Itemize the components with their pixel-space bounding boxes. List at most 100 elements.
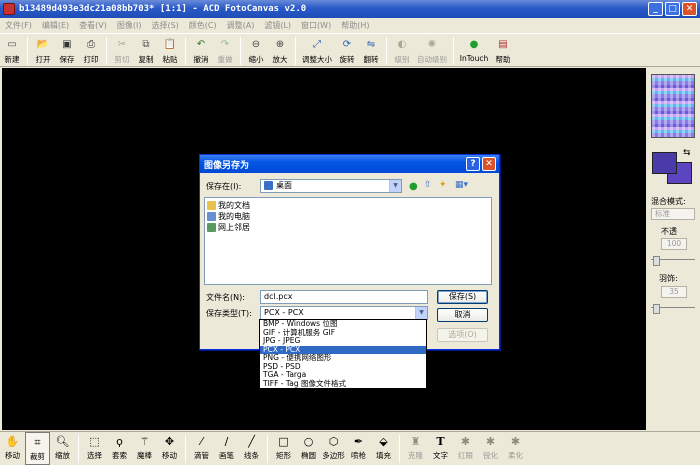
toolbar-separator (78, 435, 79, 463)
toolbar-flip-button[interactable]: ⇋ 翻转 (359, 34, 383, 67)
menu-item[interactable]: 调整(A) (222, 20, 260, 31)
toolbar-print-button[interactable]: ⎙ 打印 (79, 34, 103, 67)
redo-icon: ↷ (220, 39, 230, 50)
feather-slider[interactable] (651, 304, 695, 315)
toolbar-intouch-button[interactable]: ● InTouch (457, 34, 491, 67)
toolbar-zoom-in-button[interactable]: ⊕ 放大 (268, 34, 292, 67)
up-folder-icon[interactable]: ⇧ (424, 180, 432, 190)
file-list[interactable]: 我的文档 我的电脑 网上邻居 (204, 197, 492, 285)
save-in-combo[interactable]: 桌面 ▼ (260, 179, 402, 193)
toolbar-copy-button[interactable]: ⧉ 复制 (134, 34, 158, 67)
blend-mode-label: 混合模式: (651, 197, 686, 206)
cancel-button[interactable]: 取消 (437, 308, 488, 322)
toolbar-undo-button[interactable]: ↶ 撤消 (189, 34, 213, 67)
back-icon[interactable]: ● (409, 181, 418, 192)
tool-brush-button[interactable]: ∕ 画笔 (214, 432, 239, 465)
blend-mode-select[interactable]: 标准 (651, 208, 695, 220)
toolbar-open-button[interactable]: 📂 打开 (31, 34, 55, 67)
toolbar-separator (185, 435, 186, 463)
tool-rect-select-button[interactable]: ⬚ 选择 (82, 432, 107, 465)
toolbar-levels-button[interactable]: ◐ 级别 (390, 34, 414, 67)
opacity-field[interactable]: 100 (661, 238, 687, 250)
toolbar-separator (453, 37, 454, 65)
tool-sharpen-button[interactable]: ✱ 锐化 (478, 432, 503, 465)
tool-text-button[interactable]: T 文字 (428, 432, 453, 465)
toolbar-cut-button[interactable]: ✂ 剪切 (110, 34, 134, 67)
file-name: 我的文档 (218, 201, 250, 210)
toolbar-new-button[interactable]: ▭ 新建 (0, 34, 24, 67)
chevron-down-icon[interactable]: ▼ (389, 180, 401, 192)
menu-item[interactable]: 帮助(H) (336, 20, 374, 31)
tool-magnifier-button[interactable]: 🔍︎ 缩放 (50, 432, 75, 465)
tool-label: 锐化 (483, 451, 498, 460)
toolbar-label: 重做 (217, 55, 233, 64)
tool-hand-button[interactable]: ✋ 移动 (0, 432, 25, 465)
new-icon: ▭ (7, 39, 17, 50)
tool-airbrush-button[interactable]: ✒ 喷枪 (346, 432, 371, 465)
app-icon (3, 3, 15, 15)
line-icon: ╱ (248, 435, 255, 448)
toolbar-rotate-button[interactable]: ⟳ 旋转 (335, 34, 359, 67)
tool-fill-button[interactable]: ⬙ 填充 (371, 432, 396, 465)
menu-item[interactable]: 颜色(C) (184, 20, 222, 31)
filename-input[interactable]: dcl.pcx (260, 290, 428, 304)
toolbar-save-button[interactable]: ▣ 保存 (55, 34, 79, 67)
toolbar-zoom-out-button[interactable]: ⊖ 缩小 (244, 34, 268, 67)
menu-item[interactable]: 编辑(E) (37, 20, 74, 31)
save-button[interactable]: 保存(S) (437, 290, 488, 304)
view-menu-icon[interactable]: ▦▾ (455, 180, 468, 190)
swap-colors-icon[interactable]: ⇆ (683, 148, 691, 158)
file-list-item[interactable]: 网上邻居 (205, 222, 491, 233)
opacity-slider[interactable] (651, 256, 695, 267)
zoom-out-icon: ⊖ (251, 39, 261, 50)
close-button[interactable]: ✕ (682, 2, 697, 16)
toolbar-resize-button[interactable]: ⤢ 调整大小 (299, 34, 335, 67)
tool-label: 缩放 (55, 451, 70, 460)
new-folder-icon[interactable]: ✦ (439, 180, 447, 190)
filetype-select[interactable]: PCX - PCX ▼ (260, 306, 428, 320)
dialog-title: 图像另存为 (204, 160, 250, 171)
tool-lasso-button[interactable]: ϙ 套索 (107, 432, 132, 465)
image-thumbnail[interactable] (651, 74, 695, 138)
toolbar-paste-button[interactable]: 📋 粘贴 (158, 34, 182, 67)
menu-item[interactable]: 图像(I) (112, 20, 147, 31)
intouch-icon: ● (469, 39, 479, 50)
file-list-item[interactable]: 我的电脑 (205, 211, 491, 222)
foreground-color-swatch[interactable] (652, 152, 677, 174)
chevron-down-icon[interactable]: ▼ (415, 307, 427, 319)
tool-redeye-button[interactable]: ✱ 红眼 (453, 432, 478, 465)
tool-line-button[interactable]: ╱ 线条 (239, 432, 264, 465)
menu-bar: 文件(F) 编辑(E) 查看(V) 图像(I) 选择(S) 颜色(C) 调整(A) 滤镜(L)… (0, 18, 700, 32)
tool-soften-button[interactable]: ✱ 柔化 (503, 432, 528, 465)
dialog-close-button[interactable]: ✕ (482, 157, 496, 171)
tool-label: 裁剪 (30, 452, 45, 461)
tool-crop-button[interactable]: ⌗ 裁剪 (25, 432, 50, 465)
tool-clone-button[interactable]: ♜ 克隆 (403, 432, 428, 465)
feather-field[interactable]: 35 (661, 286, 687, 298)
copy-icon: ⧉ (142, 39, 150, 50)
dialog-help-button[interactable]: ? (466, 157, 480, 171)
tool-magic-wand-button[interactable]: ⚚ 魔棒 (132, 432, 157, 465)
maximize-button[interactable]: □ (665, 2, 680, 16)
toolbar-auto-levels-button[interactable]: ✺ 自动级别 (414, 34, 450, 67)
menu-item[interactable]: 滤镜(L) (259, 20, 296, 31)
fill-icon: ⬙ (379, 435, 388, 448)
tool-move-arrows-button[interactable]: ✥ 移动 (157, 432, 182, 465)
tool-polygon-button[interactable]: ⬡ 多边形 (321, 432, 346, 465)
toolbar-help-button[interactable]: ▤ 帮助 (491, 34, 515, 67)
toolbar-label: 级别 (394, 55, 410, 64)
tool-eyedropper-button[interactable]: ⁄ 滴管 (189, 432, 214, 465)
menu-item[interactable]: 文件(F) (0, 20, 37, 31)
save-icon: ▣ (62, 39, 72, 50)
menu-item[interactable]: 查看(V) (74, 20, 112, 31)
tool-ellipse-button[interactable]: ○ 椭圆 (296, 432, 321, 465)
crop-icon: ⌗ (34, 436, 41, 449)
minimize-button[interactable]: _ (648, 2, 663, 16)
menu-item[interactable]: 窗口(W) (296, 20, 336, 31)
filetype-option[interactable]: TIFF - Tag 图像文件格式 (260, 379, 426, 389)
file-list-item[interactable]: 我的文档 (205, 200, 491, 211)
tool-rectangle-button[interactable]: □ 矩形 (271, 432, 296, 465)
cut-icon: ✂ (117, 39, 127, 50)
toolbar-redo-button[interactable]: ↷ 重做 (213, 34, 237, 67)
menu-item[interactable]: 选择(S) (146, 20, 183, 31)
